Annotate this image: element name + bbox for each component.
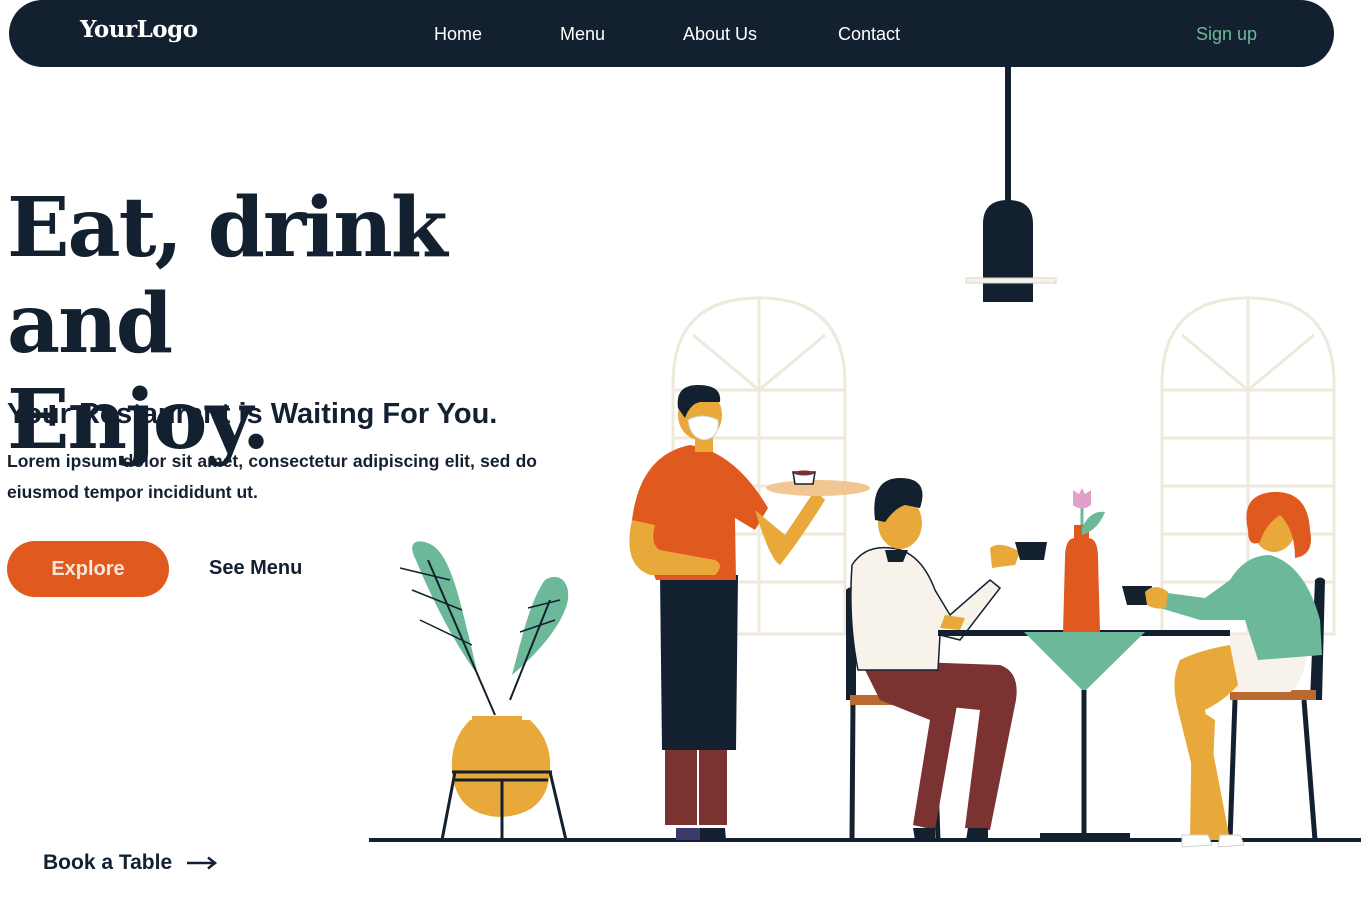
- logo[interactable]: YourLogo: [80, 16, 198, 43]
- top-navbar: YourLogo Home Menu About Us Contact Sign…: [9, 0, 1334, 67]
- pendant-lamp-icon: [965, 60, 1057, 302]
- book-table-label: Book a Table: [43, 851, 173, 874]
- nav-link-contact[interactable]: Contact: [838, 24, 900, 45]
- see-menu-link[interactable]: See Menu: [209, 557, 302, 580]
- explore-button[interactable]: Explore: [7, 541, 169, 597]
- seated-man-figure: [846, 478, 1020, 842]
- book-table-link[interactable]: Book a Table: [43, 851, 218, 875]
- nav-link-home[interactable]: Home: [434, 24, 482, 45]
- arrow-right-icon: [187, 856, 218, 870]
- nav-link-about-us[interactable]: About Us: [683, 24, 757, 45]
- restaurant-illustration: [369, 60, 1361, 848]
- potted-plant-icon: [399, 541, 569, 841]
- sign-up-link[interactable]: Sign up: [1196, 24, 1257, 45]
- nav-link-menu[interactable]: Menu: [560, 24, 605, 45]
